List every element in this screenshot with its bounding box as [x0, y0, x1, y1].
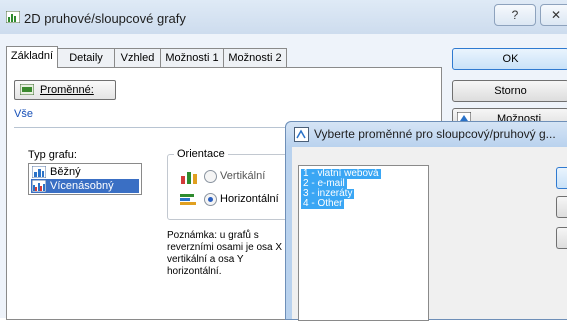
close-button[interactable]: ✕ — [540, 4, 567, 26]
simple-chart-icon — [32, 166, 46, 178]
orientation-legend: Orientace — [174, 148, 228, 160]
note-text: Poznámka: u grafů s reverzními osami je … — [167, 230, 283, 277]
dialog-title: Vyberte proměnné pro sloupcový/pruhový g… — [314, 127, 556, 141]
chart-type-list: Běžný Vícenásobný — [28, 163, 142, 195]
tab-detaily[interactable]: Detaily — [57, 48, 115, 67]
variables-icon — [20, 84, 34, 95]
tab-vzhled[interactable]: Vzhled — [114, 48, 161, 67]
horizontal-radio[interactable] — [204, 193, 217, 206]
vertical-bars-icon — [180, 170, 198, 184]
vertical-radio[interactable] — [204, 170, 217, 183]
bar-chart-app-icon — [6, 11, 20, 23]
variable-item[interactable]: 4 - Other — [301, 199, 345, 209]
tab-zakladni[interactable]: Základní — [6, 46, 58, 68]
vertical-label: Vertikální — [220, 170, 266, 182]
ok-button[interactable]: OK — [452, 48, 567, 70]
cancel-button[interactable]: Storno — [452, 80, 567, 102]
multiple-chart-icon — [32, 180, 46, 192]
variables-button-label: Proměnné: — [40, 84, 94, 96]
dialog-title-bar: Vyberte proměnné pro sloupcový/pruhový g… — [286, 122, 567, 147]
chart-type-item-bezny[interactable]: Běžný — [31, 165, 139, 179]
dialog-body: 1 - vlatní webová 2 - e-mail 3 - inzerát… — [292, 147, 567, 321]
window-title: 2D pruhové/sloupcové grafy — [24, 11, 186, 26]
tab-moznosti-2[interactable]: Možnosti 2 — [223, 48, 287, 67]
chart-type-label-vicenasobny: Vícenásobný — [50, 180, 114, 192]
dialog-cancel-button[interactable] — [556, 196, 567, 218]
horizontal-bars-icon — [180, 193, 198, 207]
chart-type-item-vicenasobny[interactable]: Vícenásobný — [31, 179, 139, 193]
dialog-icon — [294, 127, 309, 142]
tab-moznosti-1[interactable]: Možnosti 1 — [160, 48, 224, 67]
chart-type-label: Typ grafu: — [28, 149, 77, 161]
selected-variables-text: Vše — [14, 108, 33, 120]
dialog-ok-button[interactable] — [556, 167, 567, 189]
variable-selection-dialog: Vyberte proměnné pro sloupcový/pruhový g… — [285, 121, 567, 321]
help-button[interactable]: ? — [494, 4, 536, 26]
horizontal-label: Horizontální — [220, 193, 279, 205]
variables-list[interactable]: 1 - vlatní webová 2 - e-mail 3 - inzerát… — [298, 165, 429, 321]
orientation-group — [167, 154, 299, 220]
variables-button[interactable]: Proměnné: — [14, 80, 116, 100]
chart-type-label-bezny: Běžný — [50, 166, 81, 178]
dialog-options-button[interactable] — [556, 227, 567, 249]
title-bar: 2D pruhové/sloupcové grafy ? ✕ — [0, 0, 567, 34]
